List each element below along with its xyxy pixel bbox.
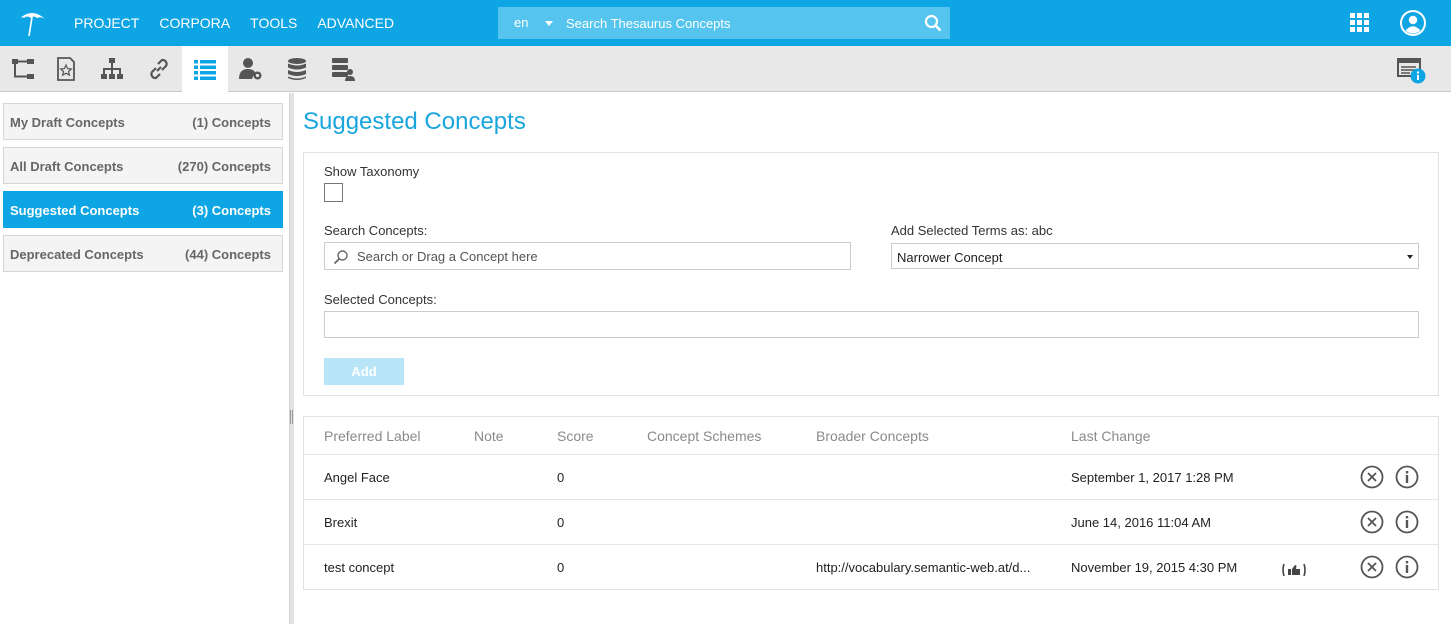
view-toolbar	[0, 46, 1451, 92]
user-account-icon[interactable]	[1399, 9, 1427, 37]
column-header-score[interactable]: Score	[557, 428, 594, 444]
row-divider	[304, 544, 1438, 545]
server-user-icon	[332, 58, 355, 81]
sidebar-item-label: My Draft Concepts	[10, 115, 125, 130]
nav-advanced[interactable]: ADVANCED	[317, 15, 394, 31]
row-broader-concepts[interactable]: http://vocabulary.semantic-web.at/d...	[816, 560, 1030, 575]
row-score: 0	[557, 470, 565, 485]
tool-database[interactable]	[274, 46, 320, 92]
tool-favorites[interactable]	[43, 46, 89, 92]
sidebar-item-label: All Draft Concepts	[10, 159, 124, 174]
row-last-change: September 1, 2017 1:28 PM	[1071, 470, 1234, 485]
add-concepts-panel	[303, 152, 1439, 396]
selected-concepts-label: Selected Concepts:	[324, 292, 437, 307]
top-bar: PROJECT CORPORA TOOLS ADVANCED en	[0, 0, 1451, 46]
row-preferred-label[interactable]: test concept	[324, 560, 394, 575]
row-last-change: June 14, 2016 11:04 AM	[1071, 515, 1211, 530]
nav-corpora[interactable]: CORPORA	[159, 15, 230, 31]
row-preferred-label[interactable]: Brexit	[324, 515, 357, 530]
relation-type-select[interactable]: Narrower Concept	[891, 243, 1419, 269]
reject-icon[interactable]	[1360, 465, 1384, 489]
apps-grid-icon[interactable]	[1350, 13, 1369, 32]
row-score: 0	[557, 515, 565, 530]
add-as-label: Add Selected Terms as: abc	[891, 223, 1053, 238]
tool-hierarchy[interactable]	[0, 46, 46, 92]
sidebar-item-my-draft[interactable]: My Draft Concepts (1) Concepts	[3, 103, 283, 140]
sidebar-item-count: (44) Concepts	[185, 247, 271, 262]
user-settings-icon	[239, 58, 262, 80]
search-concepts-label: Search Concepts:	[324, 223, 428, 238]
info-panel-icon[interactable]	[1396, 55, 1428, 85]
language-value: en	[514, 15, 529, 30]
tool-server-users[interactable]	[320, 46, 366, 92]
star-document-icon	[57, 57, 75, 81]
page-title: Suggested Concepts	[303, 108, 526, 135]
thumbs-up-icon[interactable]	[1281, 563, 1307, 577]
concept-search-field[interactable]	[324, 242, 851, 270]
show-taxonomy-label: Show Taxonomy	[324, 164, 420, 179]
column-header-concept-schemes[interactable]: Concept Schemes	[647, 428, 761, 444]
nav-tools[interactable]: TOOLS	[250, 15, 297, 31]
umbrella-logo-icon[interactable]	[14, 9, 50, 39]
splitter-grip-icon[interactable]	[290, 410, 293, 424]
info-icon[interactable]	[1395, 465, 1419, 489]
reject-icon[interactable]	[1360, 555, 1384, 579]
sidebar-item-label: Suggested Concepts	[10, 203, 140, 218]
list-icon	[194, 60, 216, 80]
reject-icon[interactable]	[1360, 510, 1384, 534]
sidebar-item-count: (1) Concepts	[192, 115, 271, 130]
tool-list[interactable]	[182, 46, 228, 92]
sidebar-item-label: Deprecated Concepts	[10, 247, 144, 262]
selected-concepts-field[interactable]	[324, 311, 1419, 338]
add-button[interactable]: Add	[324, 358, 404, 385]
sidebar-item-suggested[interactable]: Suggested Concepts (3) Concepts	[3, 191, 283, 228]
hierarchy-tree-icon	[12, 59, 34, 79]
row-last-change: November 19, 2015 4:30 PM	[1071, 560, 1238, 575]
tool-org-structure[interactable]	[89, 46, 135, 92]
tool-user-settings[interactable]	[228, 46, 274, 92]
tool-links[interactable]	[136, 46, 182, 92]
thesaurus-search-input[interactable]	[558, 7, 908, 39]
concept-search-input[interactable]	[357, 243, 837, 269]
link-icon	[150, 58, 168, 80]
thesaurus-search-bar: en	[498, 7, 950, 39]
column-header-broader-concepts[interactable]: Broader Concepts	[816, 428, 929, 444]
main-nav: PROJECT CORPORA TOOLS ADVANCED	[74, 0, 414, 46]
org-chart-icon	[101, 58, 123, 79]
show-taxonomy-checkbox[interactable]	[324, 183, 343, 202]
info-icon[interactable]	[1395, 510, 1419, 534]
search-icon[interactable]	[924, 14, 942, 32]
column-header-last-change[interactable]: Last Change	[1071, 428, 1150, 444]
database-icon	[288, 58, 306, 80]
sidebar-item-count: (270) Concepts	[177, 159, 271, 174]
sidebar-item-count: (3) Concepts	[192, 203, 271, 218]
info-icon[interactable]	[1395, 555, 1419, 579]
row-divider	[304, 454, 1438, 455]
column-header-note[interactable]: Note	[474, 428, 504, 444]
row-preferred-label[interactable]: Angel Face	[324, 470, 390, 485]
search-icon	[333, 250, 348, 265]
panel-splitter[interactable]	[289, 93, 294, 624]
row-score: 0	[557, 560, 565, 575]
row-divider	[304, 499, 1438, 500]
sidebar-item-all-draft[interactable]: All Draft Concepts (270) Concepts	[3, 147, 283, 184]
chevron-down-icon	[1407, 255, 1413, 259]
column-header-preferred-label[interactable]: Preferred Label	[324, 428, 421, 444]
nav-project[interactable]: PROJECT	[74, 15, 139, 31]
sidebar-item-deprecated[interactable]: Deprecated Concepts (44) Concepts	[3, 235, 283, 272]
relation-type-value: Narrower Concept	[897, 250, 1003, 265]
chevron-down-icon[interactable]	[545, 21, 553, 26]
